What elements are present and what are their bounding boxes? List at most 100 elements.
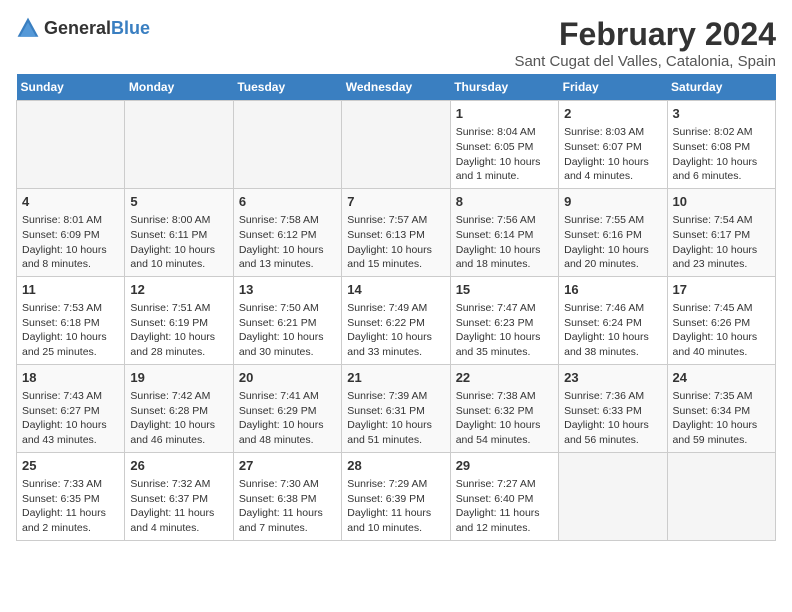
day-number: 13 — [239, 281, 336, 299]
weekday-header-cell: Thursday — [450, 74, 558, 101]
day-info: Sunrise: 7:45 AM Sunset: 6:26 PM Dayligh… — [673, 301, 770, 360]
calendar-day-cell — [667, 452, 775, 540]
day-info: Sunrise: 7:39 AM Sunset: 6:31 PM Dayligh… — [347, 389, 444, 448]
day-number: 15 — [456, 281, 553, 299]
day-info: Sunrise: 8:03 AM Sunset: 6:07 PM Dayligh… — [564, 125, 661, 184]
day-number: 5 — [130, 193, 227, 211]
day-number: 10 — [673, 193, 770, 211]
day-number: 29 — [456, 457, 553, 475]
logo-blue: Blue — [111, 18, 150, 38]
day-number: 24 — [673, 369, 770, 387]
day-number: 26 — [130, 457, 227, 475]
day-info: Sunrise: 7:32 AM Sunset: 6:37 PM Dayligh… — [130, 477, 227, 536]
day-number: 2 — [564, 105, 661, 123]
day-number: 19 — [130, 369, 227, 387]
calendar-day-cell — [17, 101, 125, 189]
day-number: 16 — [564, 281, 661, 299]
calendar-day-cell: 22 Sunrise: 7:38 AM Sunset: 6:32 PM Dayli… — [450, 364, 558, 452]
logo-general: General — [44, 18, 111, 38]
day-info: Sunrise: 7:38 AM Sunset: 6:32 PM Dayligh… — [456, 389, 553, 448]
day-info: Sunrise: 7:35 AM Sunset: 6:34 PM Dayligh… — [673, 389, 770, 448]
calendar-week-row: 18Sunrise: 7:43 AM Sunset: 6:27 PM Dayli… — [17, 364, 776, 452]
day-info: Sunrise: 7:47 AM Sunset: 6:23 PM Dayligh… — [456, 301, 553, 360]
calendar-day-cell: 15 Sunrise: 7:47 AM Sunset: 6:23 PM Dayli… — [450, 276, 558, 364]
calendar-table: SundayMondayTuesdayWednesdayThursdayFrid… — [16, 74, 776, 541]
logo: GeneralBlue — [16, 16, 150, 40]
day-number: 6 — [239, 193, 336, 211]
day-number: 27 — [239, 457, 336, 475]
calendar-day-cell: 3 Sunrise: 8:02 AM Sunset: 6:08 PM Daylig… — [667, 101, 775, 189]
calendar-day-cell: 5Sunrise: 8:00 AM Sunset: 6:11 PM Daylig… — [125, 188, 233, 276]
day-number: 17 — [673, 281, 770, 299]
day-number: 8 — [456, 193, 553, 211]
calendar-day-cell: 11 Sunrise: 7:53 AM Sunset: 6:18 PM Dayli… — [17, 276, 125, 364]
weekday-header-cell: Monday — [125, 74, 233, 101]
calendar-day-cell — [125, 101, 233, 189]
calendar-day-cell: 12Sunrise: 7:51 AM Sunset: 6:19 PM Dayli… — [125, 276, 233, 364]
day-info: Sunrise: 7:41 AM Sunset: 6:29 PM Dayligh… — [239, 389, 336, 448]
calendar-day-cell: 17 Sunrise: 7:45 AM Sunset: 6:26 PM Dayli… — [667, 276, 775, 364]
calendar-day-cell: 10Sunrise: 7:54 AM Sunset: 6:17 PM Dayli… — [667, 188, 775, 276]
calendar-day-cell: 20 Sunrise: 7:41 AM Sunset: 6:29 PM Dayli… — [233, 364, 341, 452]
day-number: 3 — [673, 105, 770, 123]
calendar-day-cell: 16Sunrise: 7:46 AM Sunset: 6:24 PM Dayli… — [559, 276, 667, 364]
day-number: 12 — [130, 281, 227, 299]
day-info: Sunrise: 8:02 AM Sunset: 6:08 PM Dayligh… — [673, 125, 770, 184]
day-info: Sunrise: 7:36 AM Sunset: 6:33 PM Dayligh… — [564, 389, 661, 448]
weekday-header-cell: Tuesday — [233, 74, 341, 101]
calendar-week-row: 4 Sunrise: 8:01 AM Sunset: 6:09 PM Daylig… — [17, 188, 776, 276]
calendar-day-cell: 14 Sunrise: 7:49 AM Sunset: 6:22 PM Dayli… — [342, 276, 450, 364]
day-number: 4 — [22, 193, 119, 211]
calendar-day-cell: 8 Sunrise: 7:56 AM Sunset: 6:14 PM Daylig… — [450, 188, 558, 276]
calendar-day-cell: 7 Sunrise: 7:57 AM Sunset: 6:13 PM Daylig… — [342, 188, 450, 276]
calendar-day-cell: 24 Sunrise: 7:35 AM Sunset: 6:34 PM Dayli… — [667, 364, 775, 452]
calendar-body: 1Sunrise: 8:04 AM Sunset: 6:05 PM Daylig… — [17, 101, 776, 541]
calendar-day-cell — [559, 452, 667, 540]
calendar-week-row: 11 Sunrise: 7:53 AM Sunset: 6:18 PM Dayli… — [17, 276, 776, 364]
day-info: Sunrise: 8:04 AM Sunset: 6:05 PM Dayligh… — [456, 125, 553, 184]
calendar-day-cell: 18Sunrise: 7:43 AM Sunset: 6:27 PM Dayli… — [17, 364, 125, 452]
calendar-day-cell: 26 Sunrise: 7:32 AM Sunset: 6:37 PM Dayli… — [125, 452, 233, 540]
calendar-day-cell — [342, 101, 450, 189]
calendar-day-cell: 1Sunrise: 8:04 AM Sunset: 6:05 PM Daylig… — [450, 101, 558, 189]
weekday-header-cell: Sunday — [17, 74, 125, 101]
day-info: Sunrise: 7:53 AM Sunset: 6:18 PM Dayligh… — [22, 301, 119, 360]
logo-icon — [16, 16, 40, 40]
page-header: GeneralBlue February 2024 Sant Cugat del… — [16, 16, 776, 70]
day-number: 22 — [456, 369, 553, 387]
calendar-day-cell: 6Sunrise: 7:58 AM Sunset: 6:12 PM Daylig… — [233, 188, 341, 276]
weekday-header-cell: Friday — [559, 74, 667, 101]
logo-text: GeneralBlue — [44, 18, 150, 39]
day-info: Sunrise: 7:27 AM Sunset: 6:40 PM Dayligh… — [456, 477, 553, 536]
day-info: Sunrise: 7:50 AM Sunset: 6:21 PM Dayligh… — [239, 301, 336, 360]
day-info: Sunrise: 7:33 AM Sunset: 6:35 PM Dayligh… — [22, 477, 119, 536]
day-number: 23 — [564, 369, 661, 387]
calendar-day-cell: 2 Sunrise: 8:03 AM Sunset: 6:07 PM Daylig… — [559, 101, 667, 189]
day-number: 20 — [239, 369, 336, 387]
day-number: 7 — [347, 193, 444, 211]
calendar-day-cell: 25 Sunrise: 7:33 AM Sunset: 6:35 PM Dayli… — [17, 452, 125, 540]
calendar-day-cell: 29 Sunrise: 7:27 AM Sunset: 6:40 PM Dayli… — [450, 452, 558, 540]
calendar-day-cell: 28Sunrise: 7:29 AM Sunset: 6:39 PM Dayli… — [342, 452, 450, 540]
day-info: Sunrise: 8:01 AM Sunset: 6:09 PM Dayligh… — [22, 213, 119, 272]
day-info: Sunrise: 7:49 AM Sunset: 6:22 PM Dayligh… — [347, 301, 444, 360]
calendar-week-row: 1Sunrise: 8:04 AM Sunset: 6:05 PM Daylig… — [17, 101, 776, 189]
day-info: Sunrise: 7:42 AM Sunset: 6:28 PM Dayligh… — [130, 389, 227, 448]
day-info: Sunrise: 7:56 AM Sunset: 6:14 PM Dayligh… — [456, 213, 553, 272]
day-number: 25 — [22, 457, 119, 475]
day-number: 14 — [347, 281, 444, 299]
day-number: 18 — [22, 369, 119, 387]
day-number: 9 — [564, 193, 661, 211]
day-info: Sunrise: 7:57 AM Sunset: 6:13 PM Dayligh… — [347, 213, 444, 272]
weekday-header-cell: Wednesday — [342, 74, 450, 101]
calendar-day-cell: 23 Sunrise: 7:36 AM Sunset: 6:33 PM Dayli… — [559, 364, 667, 452]
day-number: 11 — [22, 281, 119, 299]
calendar-day-cell: 21 Sunrise: 7:39 AM Sunset: 6:31 PM Dayli… — [342, 364, 450, 452]
calendar-day-cell: 13 Sunrise: 7:50 AM Sunset: 6:21 PM Dayli… — [233, 276, 341, 364]
day-number: 21 — [347, 369, 444, 387]
calendar-week-row: 25 Sunrise: 7:33 AM Sunset: 6:35 PM Dayli… — [17, 452, 776, 540]
calendar-day-cell — [233, 101, 341, 189]
weekday-header-row: SundayMondayTuesdayWednesdayThursdayFrid… — [17, 74, 776, 101]
weekday-header-cell: Saturday — [667, 74, 775, 101]
day-info: Sunrise: 7:29 AM Sunset: 6:39 PM Dayligh… — [347, 477, 444, 536]
